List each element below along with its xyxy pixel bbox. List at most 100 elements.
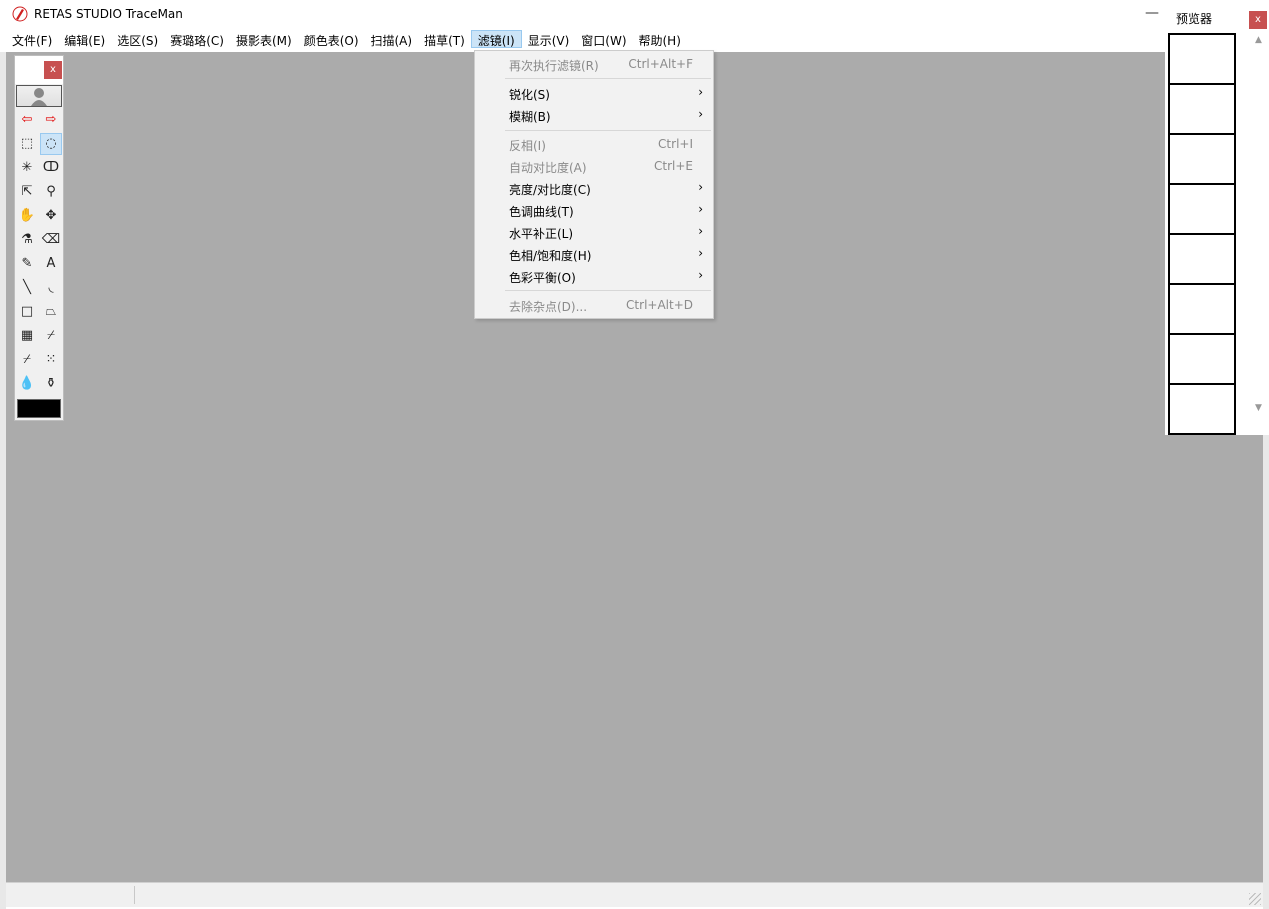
filter-menu-dropdown: 再次执行滤镜(R) Ctrl+Alt+F 锐化(S) › 模糊(B) › 反相(I) Ctrl… [474,50,714,319]
window-right-edge [1263,435,1269,909]
filter-menu-item-label: 色调曲线(T) [509,205,574,219]
menu-item-5[interactable]: 颜色表(O) [298,30,365,48]
previewer-title: 预览器 [1176,12,1213,26]
lasso-fill-icon[interactable]: ↀ [40,157,62,179]
text-icon[interactable]: A [40,253,62,275]
minimize-button[interactable]: — [1140,2,1164,26]
menu-separator [505,78,711,79]
menu-item-1[interactable]: 编辑(E) [58,30,111,48]
menu-separator [505,130,711,131]
brush-icon[interactable]: ⌿ [40,325,62,347]
previewer-scrollbar[interactable]: ▲ ▼ [1253,33,1267,433]
status-cell-left [6,886,135,904]
filter-menu-item-label: 色相/饱和度(H) [509,249,592,263]
app-logo-icon [12,6,28,22]
fill-brush-icon[interactable]: ⌿ [16,349,38,371]
airbrush-icon[interactable]: ⁙ [40,349,62,371]
submenu-arrow-icon: › [698,202,703,216]
submenu-arrow-icon: › [698,85,703,99]
scroll-up-icon[interactable]: ▲ [1255,35,1262,45]
menu-item-11[interactable]: 帮助(H) [633,30,687,48]
filter-menu-item-label: 反相(I) [509,139,546,153]
eyedropper-icon[interactable]: ⚗ [16,229,38,251]
filter-menu-item-shortcut: Ctrl+E [654,159,693,173]
eraser-icon[interactable]: ⌫ [40,229,62,251]
current-color-swatch[interactable] [17,399,61,418]
previewer-frames [1168,33,1236,435]
filter-menu-item-10[interactable]: 去除杂点(D)... Ctrl+Alt+D [475,294,713,316]
polygon-icon[interactable]: ⏢ [40,301,62,323]
pointer-select-icon[interactable]: ⇱ [16,181,38,203]
menu-item-10[interactable]: 窗口(W) [575,30,632,48]
line-icon[interactable]: ╲ [16,277,38,299]
move-icon[interactable]: ✥ [40,205,62,227]
filter-menu-item-2[interactable]: 模糊(B) › [475,104,713,126]
preview-frame-cell[interactable] [1170,235,1234,285]
resize-grip-icon[interactable] [1249,893,1261,905]
preview-frame-cell[interactable] [1170,85,1234,135]
menu-item-4[interactable]: 摄影表(M) [230,30,298,48]
filter-menu-item-1[interactable]: 锐化(S) › [475,82,713,104]
submenu-arrow-icon: › [698,246,703,260]
filter-menu-item-5[interactable]: 亮度/对比度(C) › [475,177,713,199]
submenu-arrow-icon: › [698,180,703,194]
lasso-icon[interactable]: ◌ [40,133,62,155]
filter-menu-item-4[interactable]: 自动对比度(A) Ctrl+E [475,155,713,177]
filter-menu-item-shortcut: Ctrl+I [658,137,693,151]
filter-menu-item-label: 色彩平衡(O) [509,271,576,285]
submenu-arrow-icon: › [698,268,703,282]
menu-item-7[interactable]: 描草(T) [418,30,471,48]
menu-item-3[interactable]: 赛璐珞(C) [164,30,230,48]
filter-menu-item-label: 亮度/对比度(C) [509,183,591,197]
filter-menu-item-6[interactable]: 色调曲线(T) › [475,199,713,221]
filter-menu-item-7[interactable]: 水平补正(L) › [475,221,713,243]
drop-icon[interactable]: 💧 [16,373,38,395]
preview-frame-cell[interactable] [1170,135,1234,185]
rectangle-icon[interactable]: □ [16,301,38,323]
previewer-panel: 预览器 x ▲ ▼ [1165,0,1269,435]
menu-bar: 文件(F) 编辑(E) 选区(S) 赛璐珞(C) 摄影表(M) 颜色表(O) 扫描(A) 描草… [0,30,1165,50]
ink-bottle-icon[interactable]: ⚱ [40,373,62,395]
filter-menu-item-label: 模糊(B) [509,110,551,124]
submenu-arrow-icon: › [698,224,703,238]
filter-menu-item-0[interactable]: 再次执行滤镜(R) Ctrl+Alt+F [475,53,713,75]
menu-item-0[interactable]: 文件(F) [6,30,58,48]
menu-item-9[interactable]: 显示(V) [522,30,576,48]
magic-wand-icon[interactable]: ✳ [16,157,38,179]
curve-icon[interactable]: ◟ [40,277,62,299]
rect-select-icon[interactable]: ⬚ [16,133,38,155]
filter-menu-item-label: 锐化(S) [509,88,550,102]
filter-menu-item-label: 去除杂点(D)... [509,300,588,314]
preview-frame-cell[interactable] [1170,385,1234,435]
tool-preview-swatch [16,85,62,107]
preview-frame-cell[interactable] [1170,335,1234,385]
filter-menu-item-label: 水平补正(L) [509,227,574,241]
gradient-icon[interactable]: ▦ [16,325,38,347]
filter-menu-item-8[interactable]: 色相/饱和度(H) › [475,243,713,265]
filter-menu-item-3[interactable]: 反相(I) Ctrl+I [475,133,713,155]
filter-menu-item-shortcut: Ctrl+Alt+D [626,298,693,312]
menu-item-2[interactable]: 选区(S) [111,30,164,48]
tool-palette-close-button[interactable]: x [44,61,62,79]
zoom-icon[interactable]: ⚲ [40,181,62,203]
hand-icon[interactable]: ✋ [16,205,38,227]
filter-menu-item-label: 自动对比度(A) [509,161,587,175]
arrow-left-icon[interactable]: ⇦ [16,109,38,131]
preview-frame-cell[interactable] [1170,185,1234,235]
title-bar: RETAS STUDIO TraceMan — [0,0,1269,30]
menu-separator [505,290,711,291]
menu-item-6[interactable]: 扫描(A) [365,30,419,48]
preview-frame-cell[interactable] [1170,35,1234,85]
pencil-icon[interactable]: ✎ [16,253,38,275]
submenu-arrow-icon: › [698,107,703,121]
scroll-down-icon[interactable]: ▼ [1255,403,1262,413]
figure-icon [31,88,47,106]
tool-palette: x ⇦ ⇨ ⬚ ◌ ✳ ↀ ⇱ ⚲ ✋ ✥ ⚗ ⌫ ✎ A ╲ ◟ □ ⏢ ▦ ⌿ ⌿ ⁙ 💧 ⚱ [14,55,64,421]
menu-item-8[interactable]: 滤镜(I) [470,30,522,48]
preview-frame-cell[interactable] [1170,285,1234,335]
window-title: RETAS STUDIO TraceMan [34,7,183,21]
filter-menu-item-9[interactable]: 色彩平衡(O) › [475,265,713,287]
filter-menu-item-shortcut: Ctrl+Alt+F [628,57,693,71]
previewer-close-button[interactable]: x [1249,11,1267,29]
arrow-right-icon[interactable]: ⇨ [40,109,62,131]
